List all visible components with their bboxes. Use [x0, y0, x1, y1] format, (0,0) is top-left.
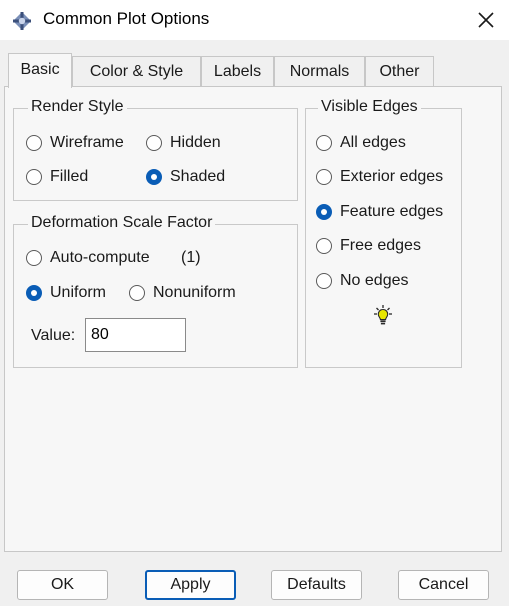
tab-other[interactable]: Other — [365, 56, 434, 86]
radio-wireframe[interactable]: Wireframe — [26, 132, 124, 154]
defaults-button[interactable]: Defaults — [271, 570, 362, 600]
tab-normals[interactable]: Normals — [274, 56, 365, 86]
radio-feature-edges[interactable]: Feature edges — [316, 201, 443, 223]
radio-label: All edges — [340, 134, 406, 151]
scale-value-input[interactable] — [85, 318, 186, 352]
app-diamond-icon — [13, 12, 31, 30]
ok-button[interactable]: OK — [17, 570, 108, 600]
radio-label: Filled — [50, 168, 89, 185]
radio-auto-compute[interactable]: Auto-compute — [26, 247, 150, 269]
radio-shaded[interactable]: Shaded — [146, 166, 225, 188]
window-title: Common Plot Options — [43, 9, 210, 28]
radio-indicator-selected — [26, 285, 42, 301]
radio-uniform[interactable]: Uniform — [26, 282, 106, 304]
radio-label: Hidden — [170, 134, 221, 151]
radio-indicator — [26, 169, 42, 185]
radio-indicator-selected — [316, 204, 332, 220]
radio-label: Nonuniform — [153, 284, 236, 301]
deformation-scale-title: Deformation Scale Factor — [28, 214, 216, 232]
apply-button[interactable]: Apply — [145, 570, 236, 600]
title-bar: Common Plot Options — [0, 0, 509, 40]
radio-indicator — [316, 169, 332, 185]
radio-indicator — [146, 135, 162, 151]
tab-labels[interactable]: Labels — [201, 56, 274, 86]
radio-nonuniform[interactable]: Nonuniform — [129, 282, 236, 304]
radio-indicator — [26, 135, 42, 151]
radio-label: Exterior edges — [340, 168, 444, 185]
cancel-button[interactable]: Cancel — [398, 570, 489, 600]
visible-edges-title: Visible Edges — [318, 98, 421, 116]
radio-filled[interactable]: Filled — [26, 166, 88, 188]
radio-hidden[interactable]: Hidden — [146, 132, 221, 154]
tab-color-style[interactable]: Color & Style — [72, 56, 201, 86]
lightbulb-icon[interactable] — [371, 304, 395, 328]
radio-indicator-selected — [146, 169, 162, 185]
radio-no-edges[interactable]: No edges — [316, 270, 409, 292]
radio-label: No edges — [340, 272, 409, 289]
radio-label: Shaded — [170, 168, 226, 185]
radio-all-edges[interactable]: All edges — [316, 132, 406, 154]
radio-indicator — [316, 273, 332, 289]
radio-indicator — [26, 250, 42, 266]
radio-label: Auto-compute — [50, 249, 150, 266]
radio-label: Uniform — [50, 284, 107, 301]
radio-indicator — [129, 285, 145, 301]
radio-label: Wireframe — [50, 134, 124, 151]
radio-label: Free edges — [340, 237, 421, 254]
auto-compute-value: (1) — [181, 249, 201, 266]
radio-indicator — [316, 238, 332, 254]
radio-indicator — [316, 135, 332, 151]
tab-basic[interactable]: Basic — [8, 53, 72, 88]
radio-free-edges[interactable]: Free edges — [316, 235, 421, 257]
close-icon[interactable] — [474, 8, 498, 32]
value-label: Value: — [31, 327, 76, 344]
radio-exterior-edges[interactable]: Exterior edges — [316, 166, 443, 188]
radio-label: Feature edges — [340, 203, 444, 220]
render-style-title: Render Style — [28, 98, 127, 116]
